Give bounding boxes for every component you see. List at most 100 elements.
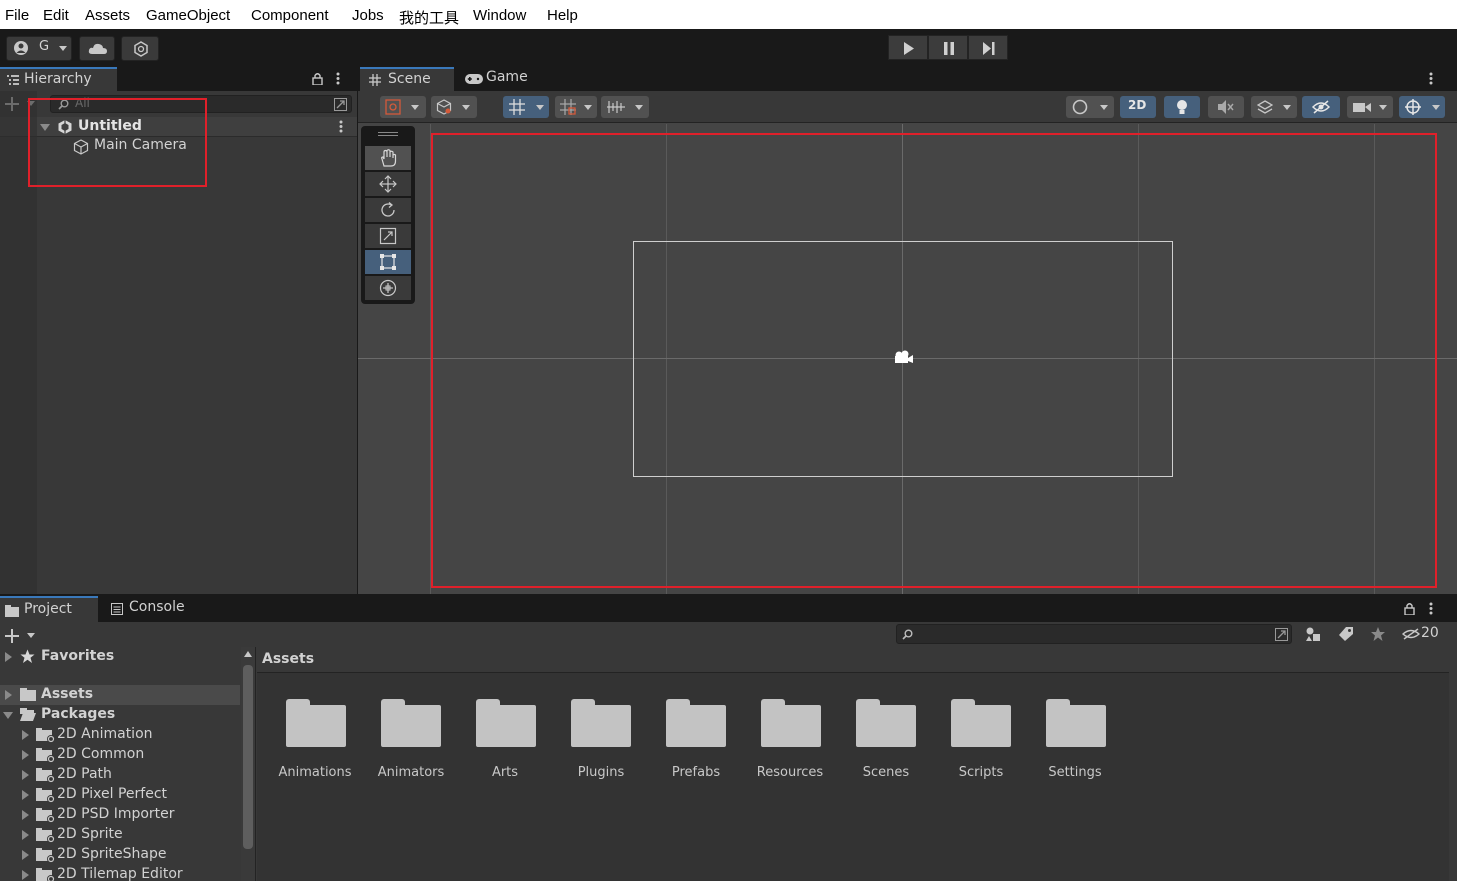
tab-hierarchy[interactable]: Hierarchy <box>0 67 117 91</box>
asset-folder[interactable] <box>476 697 536 753</box>
toggle-2d-button[interactable]: 2D <box>1120 96 1156 118</box>
asset-folder[interactable] <box>381 697 441 753</box>
menu-jobs[interactable]: Jobs <box>352 7 384 24</box>
tab-project[interactable]: Project <box>0 596 98 622</box>
asset-folder[interactable] <box>856 697 916 753</box>
asset-folder-label: Animators <box>377 765 445 780</box>
lighting-toggle[interactable] <box>1164 96 1200 118</box>
effects-layers-icon <box>1257 100 1273 114</box>
camera-dropdown[interactable] <box>1347 96 1393 118</box>
highlight-box-hierarchy <box>28 98 207 187</box>
account-dropdown[interactable]: G <box>6 36 72 61</box>
tree-favorites-label: Favorites <box>41 648 115 664</box>
scrollbar-thumb[interactable] <box>243 665 253 849</box>
asset-folder[interactable] <box>666 697 726 753</box>
breadcrumb-assets[interactable]: Assets <box>262 651 314 667</box>
rotate-tool-button[interactable] <box>365 198 411 222</box>
gizmos-dropdown[interactable] <box>1399 96 1445 118</box>
grid-snapping-dropdown[interactable] <box>503 96 549 118</box>
tree-scrollbar[interactable] <box>241 647 255 881</box>
expand-arrow-icon[interactable] <box>22 810 29 820</box>
more-options-icon[interactable] <box>1429 602 1433 615</box>
project-search-input[interactable] <box>896 624 1292 644</box>
hand-tool-button[interactable] <box>365 146 411 170</box>
asset-folder[interactable] <box>761 697 821 753</box>
shading-dropdown[interactable] <box>431 96 477 118</box>
expand-arrow-icon[interactable] <box>22 770 29 780</box>
tree-package-item[interactable]: 2D Sprite <box>20 825 240 845</box>
lock-icon[interactable] <box>1404 602 1415 615</box>
more-options-icon[interactable] <box>339 120 343 133</box>
render-mode-dropdown[interactable] <box>1066 96 1114 118</box>
collab-button[interactable] <box>121 36 159 61</box>
hidden-packages-toggle[interactable]: 20 <box>1402 625 1442 643</box>
asset-folder[interactable] <box>1046 697 1106 753</box>
expand-arrow-icon[interactable] <box>5 690 12 700</box>
search-filter-icon[interactable] <box>334 98 347 111</box>
move-tool-button[interactable] <box>365 172 411 196</box>
lock-icon[interactable] <box>312 72 323 85</box>
label-tag-icon[interactable] <box>1338 626 1354 642</box>
tab-game[interactable]: Game <box>458 67 538 91</box>
transform-tool-button[interactable] <box>365 276 411 300</box>
filter-by-type-icon[interactable] <box>1305 626 1321 642</box>
tree-package-item[interactable]: 2D Tilemap Editor <box>20 865 240 881</box>
tab-scene[interactable]: Scene <box>360 67 454 91</box>
star-icon[interactable] <box>1370 626 1386 642</box>
tree-package-item[interactable]: 2D SpriteShape <box>20 845 240 865</box>
scroll-up-icon[interactable] <box>244 651 252 657</box>
ruler-dropdown[interactable] <box>601 96 649 118</box>
scene-visibility-toggle[interactable] <box>1302 96 1340 118</box>
project-tab-row: Project Console <box>0 596 1457 622</box>
pause-button[interactable] <box>928 35 968 60</box>
tree-package-item[interactable]: 2D Pixel Perfect <box>20 785 240 805</box>
tree-package-item[interactable]: 2D Common <box>20 745 240 765</box>
ruler-icon <box>607 101 625 113</box>
expand-arrow-icon[interactable] <box>22 750 29 760</box>
menu-assets[interactable]: Assets <box>85 7 130 24</box>
chevron-down-icon <box>635 105 643 110</box>
menu-file[interactable]: File <box>5 7 29 24</box>
tree-package-item[interactable]: 2D Animation <box>20 725 240 745</box>
menu-window[interactable]: Window <box>473 7 526 24</box>
expand-arrow-icon[interactable] <box>22 830 29 840</box>
expand-arrow-icon[interactable] <box>22 850 29 860</box>
tab-console-label: Console <box>129 599 185 615</box>
scale-icon <box>379 227 397 245</box>
tree-packages[interactable]: Packages <box>0 705 240 725</box>
menu-edit[interactable]: Edit <box>43 7 69 24</box>
cloud-button[interactable] <box>79 36 115 61</box>
menu-gameobject[interactable]: GameObject <box>146 7 230 24</box>
rect-tool-button[interactable] <box>365 250 411 274</box>
tree-package-item[interactable]: 2D PSD Importer <box>20 805 240 825</box>
grid-snap-icon <box>509 99 525 115</box>
scale-tool-button[interactable] <box>365 224 411 248</box>
tab-console[interactable]: Console <box>104 596 204 622</box>
increment-snap-dropdown[interactable] <box>555 96 597 118</box>
tree-package-item[interactable]: 2D Path <box>20 765 240 785</box>
tree-favorites[interactable]: Favorites <box>0 647 240 667</box>
asset-folder[interactable] <box>571 697 631 753</box>
pivot-icon <box>385 99 401 115</box>
create-asset-button[interactable] <box>5 627 45 645</box>
asset-folder[interactable] <box>286 697 346 753</box>
menu-help[interactable]: Help <box>547 7 578 24</box>
step-button[interactable] <box>968 35 1008 60</box>
video-camera-icon <box>1353 103 1371 112</box>
tree-assets[interactable]: Assets <box>0 685 240 705</box>
draw-mode-dropdown[interactable] <box>380 96 426 118</box>
expand-arrow-icon[interactable] <box>5 652 12 662</box>
search-filter-icon[interactable] <box>1275 628 1288 641</box>
expand-arrow-icon[interactable] <box>22 870 29 880</box>
expand-arrow-icon[interactable] <box>22 730 29 740</box>
menu-my-tools[interactable]: 我的工具 <box>399 7 459 28</box>
audio-toggle[interactable] <box>1208 96 1244 118</box>
effects-dropdown[interactable] <box>1251 96 1297 118</box>
more-options-icon[interactable] <box>336 72 340 85</box>
menu-component[interactable]: Component <box>251 7 329 24</box>
more-options-icon[interactable] <box>1429 72 1433 85</box>
expand-arrow-icon[interactable] <box>3 712 13 719</box>
expand-arrow-icon[interactable] <box>22 790 29 800</box>
asset-folder[interactable] <box>951 697 1011 753</box>
play-button[interactable] <box>888 35 928 60</box>
